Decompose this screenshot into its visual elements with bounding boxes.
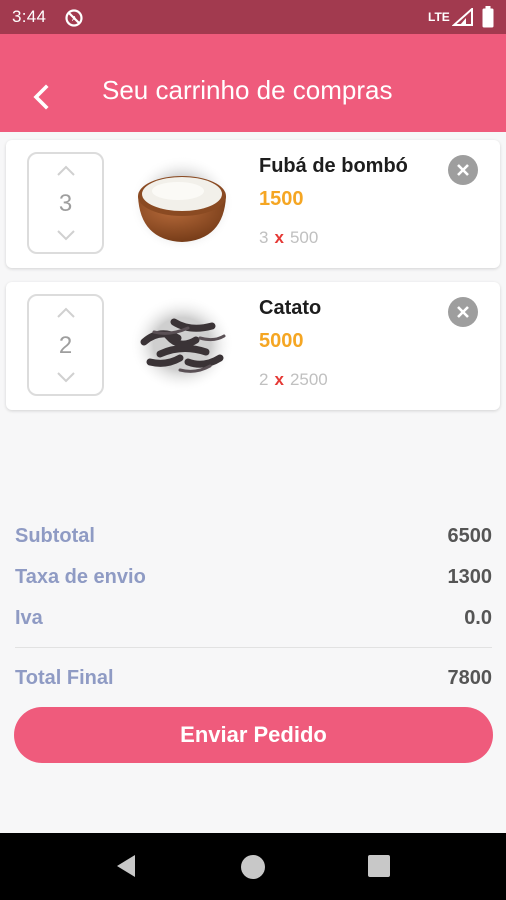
quantity-stepper: 2 (27, 294, 104, 396)
status-bar: 3:44 A LTE (0, 0, 506, 34)
battery-icon (482, 6, 494, 28)
calc-unit-price: 500 (289, 228, 319, 247)
nav-recents-icon[interactable] (368, 855, 390, 877)
chevron-up-icon (56, 307, 75, 318)
shipping-value: 1300 (447, 566, 493, 588)
close-icon (457, 164, 469, 176)
system-nav-bar (0, 833, 506, 900)
back-button[interactable] (22, 78, 60, 116)
chevron-down-icon (56, 372, 75, 383)
decrease-quantity-button[interactable] (29, 222, 102, 248)
subtotal-label: Subtotal (15, 525, 95, 547)
calc-unit-price: 2500 (289, 370, 328, 389)
chevron-left-icon (33, 84, 49, 110)
product-calculation: 2 x 2500 (259, 370, 328, 390)
increase-quantity-button[interactable] (29, 300, 102, 326)
vat-value: 0.0 (464, 607, 492, 629)
cart-item: 2 Catato 5000 2x2500 (6, 282, 500, 410)
quantity-value: 3 (58, 190, 73, 217)
total-value: 7800 (447, 667, 493, 689)
calc-quantity: 2 (259, 370, 269, 389)
product-total: 5000 (259, 330, 304, 352)
cart-item: 3 Fubá de bombó 1500 3 x 500 (6, 140, 500, 268)
calc-quantity: 3 (259, 228, 269, 247)
do-not-disturb-icon: A (65, 9, 83, 27)
multiply-sign: x (274, 228, 284, 247)
nav-home-icon[interactable] (241, 855, 265, 879)
product-total: 1500 (259, 188, 304, 210)
vat-label: Iva (15, 607, 43, 629)
increase-quantity-button[interactable] (29, 158, 102, 184)
product-calculation: 3 x 500 (259, 228, 318, 248)
app-bar: Seu carrinho de compras (0, 34, 506, 132)
chevron-up-icon (56, 165, 75, 176)
close-icon (457, 306, 469, 318)
submit-order-button[interactable]: Enviar Pedido (14, 707, 493, 763)
shipping-label: Taxa de envio (15, 566, 146, 588)
quantity-value: 2 (58, 332, 73, 359)
subtotal-value: 6500 (447, 525, 493, 547)
summary-divider (15, 647, 492, 648)
page-title: Seu carrinho de compras (102, 75, 393, 105)
product-name: Catato (259, 297, 322, 319)
total-label: Total Final (15, 667, 114, 689)
remove-item-button[interactable] (448, 155, 478, 185)
status-time: 3:44 (12, 7, 47, 26)
multiply-sign: x (274, 370, 284, 389)
product-name: Fubá de bombó (259, 155, 408, 177)
nav-back-icon[interactable] (113, 853, 139, 879)
decrease-quantity-button[interactable] (29, 364, 102, 390)
caterpillars-image (130, 296, 234, 392)
chevron-down-icon (56, 230, 75, 241)
network-type: LTE (428, 10, 450, 24)
svg-text:A: A (72, 16, 77, 23)
signal-icon (452, 8, 473, 26)
quantity-stepper: 3 (27, 152, 104, 254)
flour-bowl-image (130, 156, 234, 252)
remove-item-button[interactable] (448, 297, 478, 327)
